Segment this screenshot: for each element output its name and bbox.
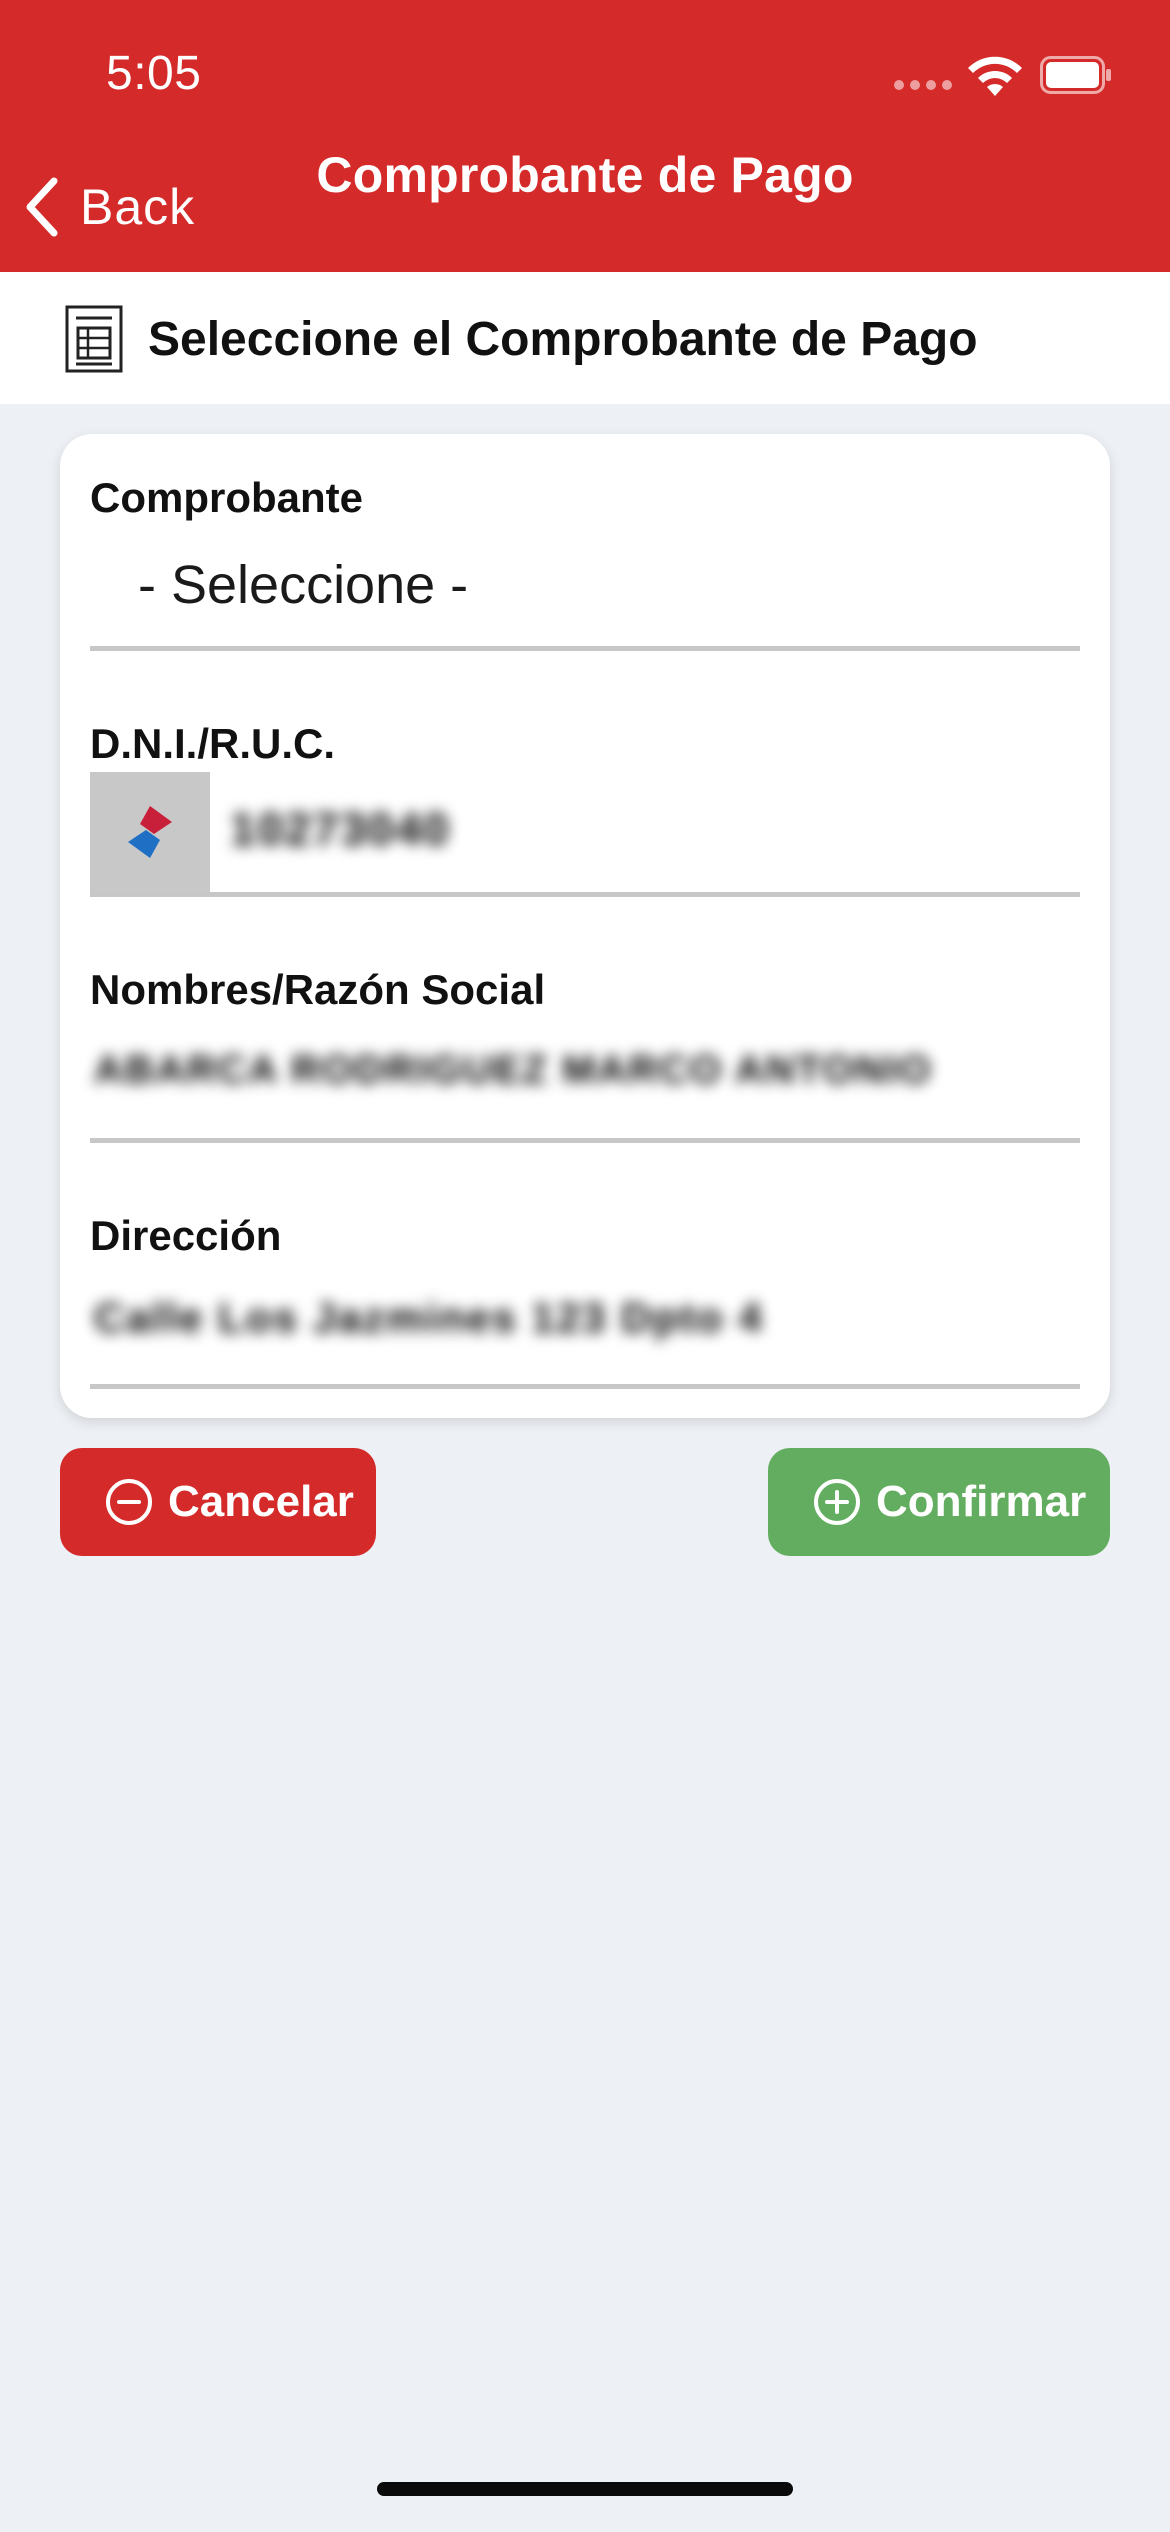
receipt-icon: [65, 305, 123, 373]
dni-ruc-input[interactable]: 10273040: [90, 772, 1080, 897]
cancel-button[interactable]: Cancelar: [60, 1448, 376, 1556]
battery-icon: [1040, 56, 1111, 94]
direccion-value: Calle Los Jazmines 123 Dpto 4: [94, 1294, 764, 1341]
dni-ruc-label: D.N.I./R.U.C.: [90, 720, 336, 767]
plus-circle-icon: [814, 1479, 860, 1525]
comprobante-field: Comprobante - Seleccione -: [90, 474, 1080, 651]
nombres-field: Nombres/Razón Social ABARCA RODRIGUEZ MA…: [90, 966, 1080, 1143]
comprobante-selected-value: - Seleccione -: [138, 555, 469, 615]
payment-form-card: Comprobante - Seleccione - D.N.I./R.U.C.…: [60, 434, 1110, 1418]
app-header: 5:05 Back Comprobante de Pago: [0, 0, 1170, 272]
app-logo: [90, 772, 210, 892]
direccion-input[interactable]: Calle Los Jazmines 123 Dpto 4: [90, 1264, 1080, 1389]
cancel-button-label: Cancelar: [168, 1477, 354, 1526]
wifi-icon: [968, 56, 1022, 96]
nombres-label: Nombres/Razón Social: [90, 966, 546, 1013]
nombres-input[interactable]: ABARCA RODRIGUEZ MARCO ANTONIO: [90, 1018, 1080, 1143]
dni-ruc-field: D.N.I./R.U.C. 10273040: [90, 720, 1080, 897]
comprobante-label: Comprobante: [90, 474, 363, 521]
status-icons: [894, 52, 1114, 96]
confirm-button[interactable]: Confirmar: [768, 1448, 1110, 1556]
status-time: 5:05: [106, 47, 202, 100]
section-header: Seleccione el Comprobante de Pago: [0, 272, 1170, 404]
home-indicator[interactable]: [377, 2482, 793, 2496]
direccion-label: Dirección: [90, 1212, 282, 1259]
app-logo-icon: [128, 806, 172, 858]
dni-ruc-value: 10273040: [230, 803, 451, 855]
cellular-signal-icon: [894, 80, 952, 90]
confirm-button-label: Confirmar: [876, 1477, 1087, 1526]
page-title: Comprobante de Pago: [316, 147, 854, 203]
minus-circle-icon: [106, 1479, 152, 1525]
comprobante-select[interactable]: - Seleccione -: [90, 526, 1080, 651]
direccion-field: Dirección Calle Los Jazmines 123 Dpto 4: [90, 1212, 1080, 1389]
nombres-value: ABARCA RODRIGUEZ MARCO ANTONIO: [94, 1048, 933, 1092]
section-title: Seleccione el Comprobante de Pago: [148, 313, 978, 366]
